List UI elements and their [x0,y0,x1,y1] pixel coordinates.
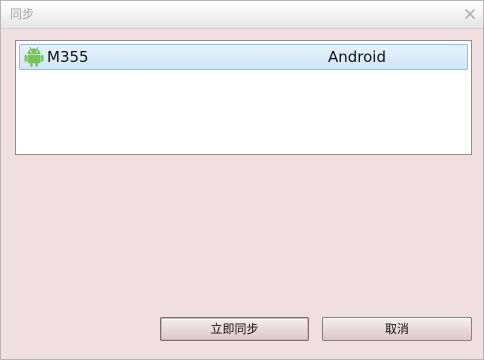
device-name: M355 [47,48,89,66]
close-icon[interactable] [463,6,477,20]
cancel-button[interactable]: 取消 [322,317,472,341]
dialog-title: 同步 [10,7,35,21]
android-icon [24,46,44,68]
device-list[interactable]: M355 Android [15,40,472,155]
device-os: Android [328,48,386,66]
title-bar[interactable]: 同步 [1,1,483,29]
sync-dialog: 同步 M355 Android 立即同步 取消 [0,0,484,360]
device-row[interactable]: M355 Android [19,44,468,70]
sync-now-button[interactable]: 立即同步 [160,317,309,341]
